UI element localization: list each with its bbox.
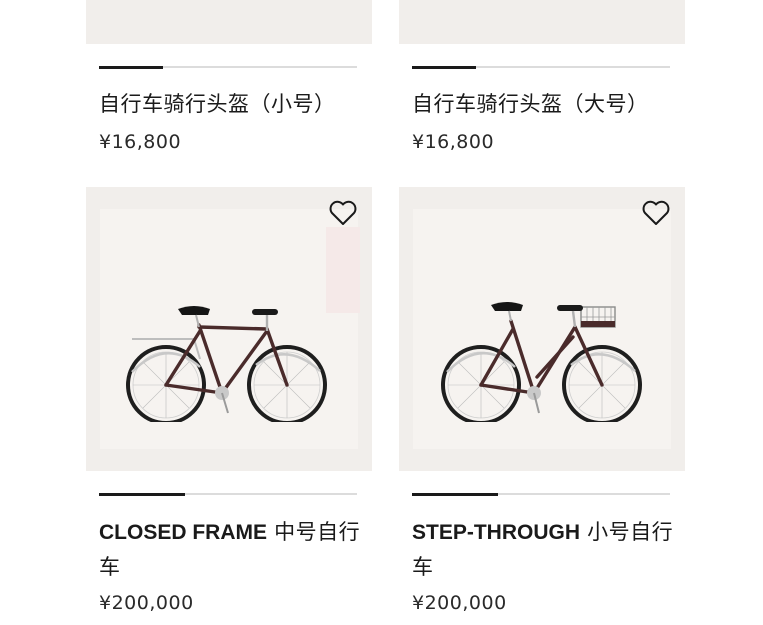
product-title[interactable]: 自行车骑行头盔（大号）: [412, 87, 674, 121]
progress-fill: [99, 492, 185, 496]
product-price: ¥16,800: [412, 131, 495, 153]
progress-fill: [99, 65, 163, 69]
product-image-closed-frame[interactable]: [86, 187, 372, 471]
image-carousel-progress: [99, 65, 357, 69]
progress-fill: [412, 492, 498, 496]
product-title[interactable]: 自行车骑行头盔（小号）: [99, 87, 361, 121]
progress-fill: [412, 65, 476, 69]
product-price: ¥200,000: [99, 592, 194, 614]
image-carousel-progress: [412, 65, 670, 69]
closed-frame-bike-image: [126, 306, 327, 422]
product-price: ¥16,800: [99, 131, 182, 153]
image-carousel-progress: [412, 492, 670, 496]
product-price: ¥200,000: [412, 592, 507, 614]
wishlist-heart-icon[interactable]: [641, 199, 671, 227]
product-title-latin: STEP-THROUGH: [412, 521, 580, 544]
product-title[interactable]: CLOSED FRAME 中号自行车: [99, 515, 361, 584]
product-image-helmet-small[interactable]: [86, 0, 372, 44]
product-image-helmet-large[interactable]: [399, 0, 685, 44]
step-through-bike-image: [441, 302, 642, 422]
wishlist-heart-icon[interactable]: [328, 199, 358, 227]
image-carousel-progress: [99, 492, 357, 496]
product-title-latin: CLOSED FRAME: [99, 521, 267, 544]
product-image-step-through[interactable]: [399, 187, 685, 471]
product-title[interactable]: STEP-THROUGH 小号自行车: [412, 515, 674, 584]
